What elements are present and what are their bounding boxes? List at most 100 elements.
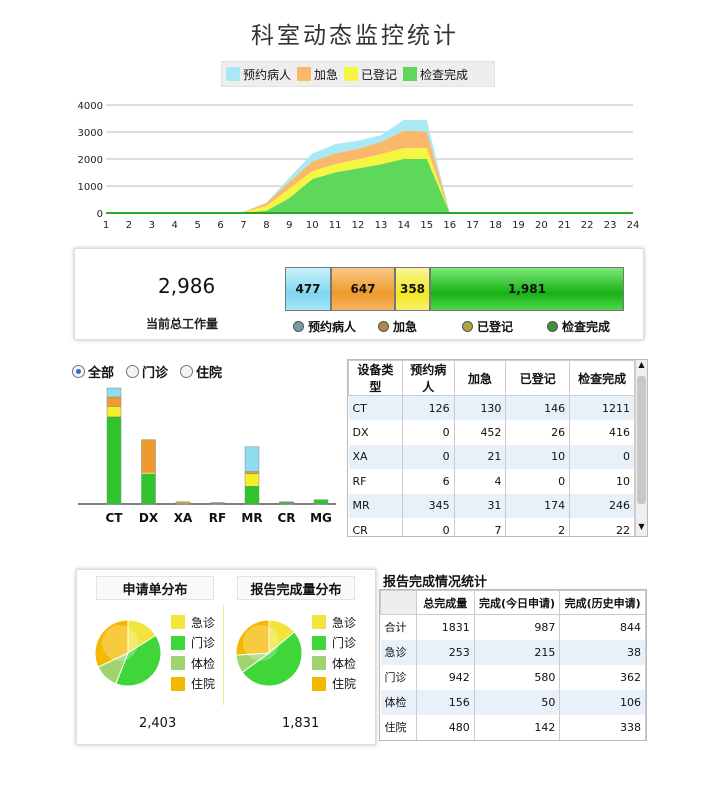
legend-swatch xyxy=(226,67,240,81)
x-tick-label: 6 xyxy=(217,220,223,231)
bar-segment xyxy=(106,406,122,418)
filter-outpatient[interactable]: 门诊 xyxy=(126,362,168,381)
table-cell: 22 xyxy=(569,518,635,536)
legend-swatch xyxy=(171,615,185,630)
requests-total: 2,403 xyxy=(139,716,177,731)
total-workload-value: 2,986 xyxy=(158,274,216,298)
pie-title-requests: 申请单分布 xyxy=(96,576,214,600)
table-scrollbar[interactable]: ▲ ▼ xyxy=(635,360,647,536)
table-cell: 130 xyxy=(454,395,507,420)
col-appointment: 预约病人 xyxy=(401,360,455,396)
table-cell: 21 xyxy=(454,444,507,469)
x-tick-label: 24 xyxy=(627,220,640,231)
segment-appointment: 477 xyxy=(285,267,331,311)
pie-highlight xyxy=(102,625,138,661)
table-row[interactable]: 门诊 942 580 362 xyxy=(380,664,646,690)
y-tick-label: 3000 xyxy=(78,128,103,139)
table-cell: 10 xyxy=(505,444,571,469)
patient-filter: 全部 门诊 住院 xyxy=(72,362,222,381)
col-completed: 检查完成 xyxy=(569,360,635,396)
legend-item-completed: 检查完成 xyxy=(403,66,468,83)
scroll-thumb[interactable] xyxy=(637,376,646,504)
pie-title-reports: 报告完成量分布 xyxy=(237,576,355,600)
bar-segment xyxy=(106,416,122,505)
scroll-up-icon[interactable]: ▲ xyxy=(636,360,647,374)
legend-item-registered: 已登记 xyxy=(344,66,397,83)
x-tick-label: CT xyxy=(106,511,124,525)
table-row[interactable]: 住院 480 142 338 xyxy=(380,714,646,740)
x-tick-label: 18 xyxy=(489,220,502,231)
pie-legend-item: 住院 xyxy=(171,674,215,695)
bar-segment xyxy=(106,396,122,407)
table-cell: XA xyxy=(348,444,403,469)
device-table: 设备类型 预约病人 加急 已登记 检查完成 CT 126 130 146 1211 DX 0… xyxy=(348,360,635,536)
bar-segment xyxy=(106,387,122,398)
legend-swatch xyxy=(297,67,312,81)
legend-swatch xyxy=(344,67,359,81)
pie-legend-item: 体检 xyxy=(312,653,356,674)
bar-segment xyxy=(244,486,260,505)
bar-segment xyxy=(279,501,294,503)
radio-icon[interactable] xyxy=(180,365,194,378)
filter-inpatient[interactable]: 住院 xyxy=(180,362,222,381)
dot-icon xyxy=(293,321,304,332)
table-cell: 7 xyxy=(454,518,507,536)
table-cell: 0 xyxy=(569,444,635,469)
legend-swatch xyxy=(403,67,418,81)
x-tick-label: 12 xyxy=(352,220,365,231)
table-row[interactable]: RF 6 4 0 10 xyxy=(348,469,635,494)
legend-item-urgent: 加急 xyxy=(297,66,338,83)
x-tick-label: CR xyxy=(277,511,295,525)
x-tick-label: 9 xyxy=(286,220,292,231)
table-header-row: 总完成量 完成(今日申请) 完成(历史申请) xyxy=(380,590,646,615)
table-cell: 38 xyxy=(559,639,646,665)
table-cell: 1831 xyxy=(416,614,475,640)
y-tick-label: 1000 xyxy=(78,182,103,193)
x-tick-label: 13 xyxy=(375,220,388,231)
bar-segment xyxy=(244,446,260,472)
table-row[interactable]: XA 0 21 10 0 xyxy=(348,444,635,469)
y-tick-label: 2000 xyxy=(78,155,103,166)
table-row[interactable]: DX 0 452 26 416 xyxy=(348,420,635,445)
segment-completed: 1,981 xyxy=(430,267,624,311)
col-category xyxy=(380,590,417,615)
bar-segment xyxy=(175,501,191,504)
table-row[interactable]: MR 345 31 174 246 xyxy=(348,493,635,518)
table-cell: DX xyxy=(348,420,403,445)
report-table-container: 总完成量 完成(今日申请) 完成(历史申请) 合计 1831 987 844 急诊 253… xyxy=(379,589,647,741)
table-row[interactable]: CR 0 7 2 22 xyxy=(348,518,635,536)
x-tick-label: 5 xyxy=(194,220,200,231)
table-cell: 急诊 xyxy=(380,639,417,665)
bar-segment xyxy=(141,473,156,505)
table-header-row: 设备类型 预约病人 加急 已登记 检查完成 xyxy=(348,360,635,396)
table-cell: 253 xyxy=(416,639,475,665)
pie-legend-1: 急诊 门诊 体检 住院 xyxy=(171,612,215,694)
scroll-down-icon[interactable]: ▼ xyxy=(636,522,647,536)
x-tick-label: 21 xyxy=(558,220,571,231)
table-cell: 26 xyxy=(505,420,571,445)
radio-icon[interactable] xyxy=(126,365,140,378)
table-row[interactable]: 急诊 253 215 38 xyxy=(380,639,646,665)
table-row[interactable]: 合计 1831 987 844 xyxy=(380,614,646,640)
pie-legend-item: 体检 xyxy=(171,653,215,674)
table-cell: 31 xyxy=(454,493,507,518)
x-tick-label: XA xyxy=(174,511,193,525)
radio-selected-icon[interactable] xyxy=(72,365,85,378)
x-tick-label: 8 xyxy=(263,220,269,231)
table-cell: 156 xyxy=(416,689,475,715)
col-registered: 已登记 xyxy=(505,360,571,396)
table-cell: 体检 xyxy=(380,689,417,715)
pie-legend-item: 门诊 xyxy=(171,633,215,654)
requests-pie-chart xyxy=(94,619,162,687)
table-row[interactable]: CT 126 130 146 1211 xyxy=(348,395,635,420)
segment-registered: 358 xyxy=(395,267,430,311)
table-row[interactable]: 体检 156 50 106 xyxy=(380,689,646,715)
table-cell: 1211 xyxy=(569,395,635,420)
table-cell: 452 xyxy=(454,420,507,445)
table-cell: 10 xyxy=(569,469,635,494)
x-tick-label: 15 xyxy=(420,220,433,231)
reports-pie-chart xyxy=(235,619,303,687)
hourly-area-chart: 010002000300040001 2 3 4 5 6 7 8 9 10 11 12 13 14 15 16… xyxy=(78,101,640,231)
legend-item-appointment: 预约病人 xyxy=(226,66,291,83)
filter-all[interactable]: 全部 xyxy=(72,362,114,381)
